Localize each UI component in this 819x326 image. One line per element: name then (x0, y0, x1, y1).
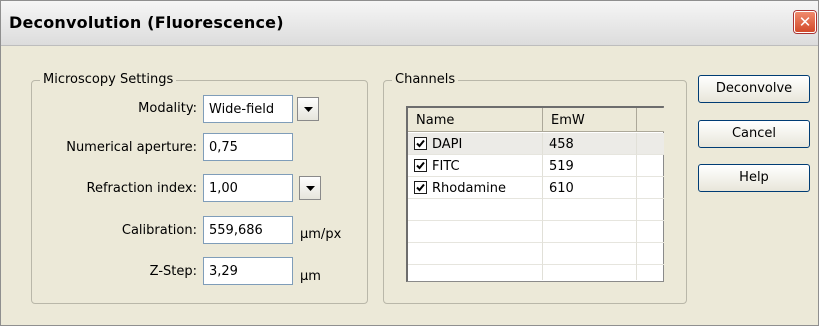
channels-legend: Channels (392, 72, 459, 87)
empty-cell (408, 221, 543, 243)
extra-cell (637, 177, 664, 199)
channel-name: DAPI (432, 137, 463, 152)
empty-cell (543, 243, 637, 265)
empty-row (408, 199, 664, 221)
refraction-index-field[interactable]: 1,00 (203, 174, 293, 202)
empty-cell (408, 265, 543, 280)
empty-row (408, 265, 664, 280)
empty-row (408, 243, 664, 265)
refraction-index-dropdown-button[interactable] (299, 176, 321, 200)
calibration-unit: µm/px (300, 227, 342, 242)
numerical-aperture-field[interactable]: 0,75 (203, 133, 293, 161)
chevron-down-icon (306, 186, 315, 191)
deconvolve-button[interactable]: Deconvolve (698, 75, 810, 103)
z-step-label: Z-Step: (149, 264, 197, 279)
channels-table: Name EmW DAPI 458 FITC 519 Rhodamine 610 (406, 106, 664, 282)
empty-cell (637, 243, 664, 265)
empty-cell (408, 199, 543, 221)
microscopy-settings-legend: Microscopy Settings (40, 72, 177, 87)
title-bar: Deconvolution (Fluorescence) ✕ (1, 1, 818, 46)
refraction-index-label: Refraction index: (86, 181, 197, 196)
modality-label: Modality: (138, 101, 197, 116)
z-step-unit: µm (300, 269, 321, 284)
emw-cell: 458 (543, 133, 637, 155)
empty-cell (543, 265, 637, 280)
name-cell: Rhodamine (408, 177, 543, 199)
name-cell: DAPI (408, 133, 543, 155)
calibration-label: Calibration: (121, 223, 197, 238)
empty-cell (408, 243, 543, 265)
chevron-down-icon (304, 107, 313, 112)
help-button[interactable]: Help (698, 164, 810, 192)
name-cell: FITC (408, 155, 543, 177)
empty-row (408, 221, 664, 243)
emw-cell: 610 (543, 177, 637, 199)
column-header-name[interactable]: Name (408, 108, 543, 132)
z-step-field[interactable]: 3,29 (203, 257, 293, 285)
column-header-emw[interactable]: EmW (543, 108, 637, 132)
empty-cell (637, 221, 664, 243)
column-header-extra (637, 108, 664, 132)
extra-cell (637, 155, 664, 177)
checkmark-icon (416, 139, 425, 148)
channel-checkbox[interactable] (414, 137, 427, 150)
modality-dropdown-button[interactable] (297, 97, 319, 121)
channel-checkbox[interactable] (414, 181, 427, 194)
table-row[interactable]: Rhodamine 610 (408, 177, 664, 199)
calibration-field[interactable]: 559,686 (203, 216, 293, 244)
extra-cell (637, 133, 664, 155)
close-icon: ✕ (798, 13, 812, 31)
channel-name: Rhodamine (432, 181, 506, 196)
channel-name: FITC (432, 159, 460, 174)
empty-cell (543, 221, 637, 243)
cancel-button[interactable]: Cancel (698, 120, 810, 148)
empty-cell (637, 199, 664, 221)
emw-cell: 519 (543, 155, 637, 177)
checkmark-icon (416, 183, 425, 192)
table-row[interactable]: DAPI 458 (408, 133, 664, 155)
empty-cell (543, 199, 637, 221)
empty-cell (637, 265, 664, 280)
checkmark-icon (416, 161, 425, 170)
modality-select[interactable]: Wide-field (203, 95, 293, 123)
close-button[interactable]: ✕ (794, 11, 816, 33)
numerical-aperture-label: Numerical aperture: (66, 140, 197, 155)
channel-checkbox[interactable] (414, 159, 427, 172)
table-row[interactable]: FITC 519 (408, 155, 664, 177)
deconvolution-dialog: Deconvolution (Fluorescence) ✕ Microscop… (0, 0, 819, 326)
window-title: Deconvolution (Fluorescence) (9, 13, 284, 32)
